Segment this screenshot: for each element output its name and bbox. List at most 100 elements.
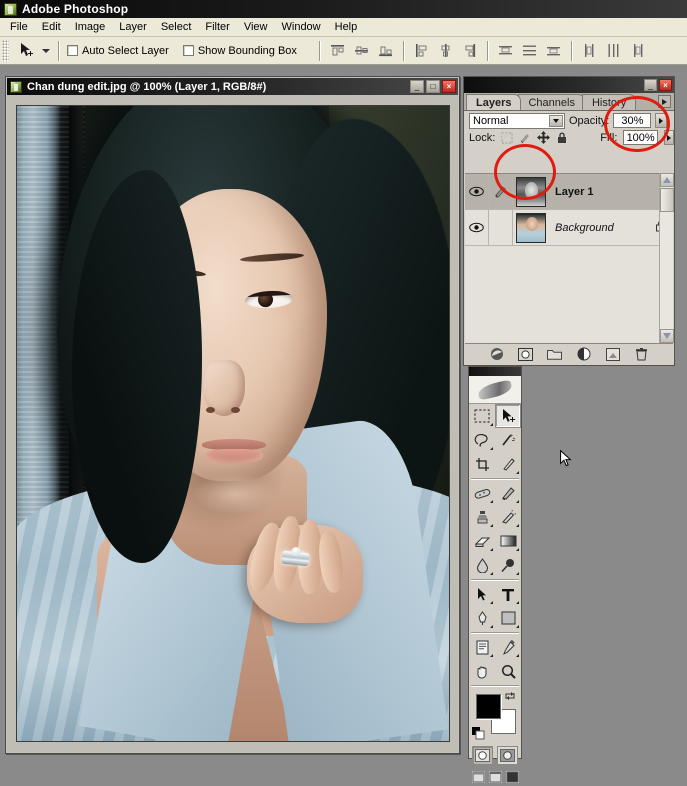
foreground-color-swatch[interactable]: [476, 694, 501, 719]
distribute-vertical-centers-icon[interactable]: [520, 41, 539, 60]
align-left-edges-icon[interactable]: [412, 41, 431, 60]
lock-transparent-pixels-icon[interactable]: [501, 131, 513, 145]
standard-mode-icon[interactable]: [472, 746, 493, 765]
table-row[interactable]: Layer 1: [465, 174, 673, 210]
marquee-tool-icon[interactable]: [469, 404, 495, 428]
slice-tool-icon[interactable]: [495, 452, 521, 476]
scrollbar-thumb[interactable]: [660, 188, 674, 212]
fill-input[interactable]: 100%: [623, 130, 658, 145]
image-canvas[interactable]: [16, 105, 450, 742]
layer-visibility-toggle-layer-1[interactable]: [465, 174, 489, 209]
distribute-bottom-edges-icon[interactable]: [544, 41, 563, 60]
menu-item-filter[interactable]: Filter: [198, 19, 236, 35]
full-screen-menubar-mode-icon[interactable]: [487, 770, 503, 784]
chevron-down-icon[interactable]: [549, 114, 563, 127]
magic-wand-tool-icon[interactable]: [495, 428, 521, 452]
type-tool-icon[interactable]: [495, 582, 521, 606]
tab-channels[interactable]: Channels: [518, 94, 585, 110]
layers-palette-title-bar[interactable]: _ ×: [464, 77, 674, 93]
blur-tool-icon[interactable]: [469, 553, 495, 577]
distribute-left-edges-icon[interactable]: [580, 41, 599, 60]
document-minimize-button[interactable]: _: [410, 80, 424, 93]
menu-item-layer[interactable]: Layer: [112, 19, 154, 35]
add-layer-mask-icon[interactable]: [518, 346, 534, 362]
chevron-down-icon[interactable]: [42, 48, 50, 53]
crop-tool-icon[interactable]: [469, 452, 495, 476]
menu-item-select[interactable]: Select: [154, 19, 199, 35]
standard-screen-mode-icon[interactable]: [470, 770, 486, 784]
distribute-right-edges-icon[interactable]: [628, 41, 647, 60]
healing-brush-tool-icon[interactable]: [469, 481, 495, 505]
document-close-button[interactable]: ×: [442, 80, 456, 93]
distribute-top-edges-icon[interactable]: [496, 41, 515, 60]
blend-mode-select[interactable]: Normal: [469, 112, 565, 129]
options-bar-grip[interactable]: [2, 39, 9, 62]
menu-item-help[interactable]: Help: [328, 19, 365, 35]
align-right-edges-icon[interactable]: [460, 41, 479, 60]
layers-scrollbar[interactable]: [659, 173, 674, 343]
lasso-tool-icon[interactable]: [469, 428, 495, 452]
layer-name-background[interactable]: Background: [555, 222, 655, 234]
tab-history[interactable]: History: [581, 94, 637, 110]
menu-item-view[interactable]: View: [237, 19, 275, 35]
layer-name-layer-1[interactable]: Layer 1: [555, 186, 673, 198]
distribute-horizontal-centers-icon[interactable]: [604, 41, 623, 60]
layer-thumbnail-layer-1[interactable]: [516, 176, 546, 207]
layer-thumbnail-background[interactable]: [516, 212, 546, 243]
tab-layers[interactable]: Layers: [466, 94, 522, 110]
default-colors-icon[interactable]: [472, 727, 485, 740]
scroll-down-arrow-icon[interactable]: [660, 329, 674, 343]
layers-palette-minimize-button[interactable]: _: [644, 79, 657, 91]
scroll-up-arrow-icon[interactable]: [660, 173, 674, 187]
layer-style-fx-icon[interactable]: [489, 346, 505, 362]
clone-stamp-tool-icon[interactable]: [469, 505, 495, 529]
new-layer-icon[interactable]: [605, 346, 621, 362]
menu-item-file[interactable]: File: [3, 19, 35, 35]
menu-item-edit[interactable]: Edit: [35, 19, 68, 35]
tools-palette-title-bar[interactable]: [469, 367, 521, 376]
lock-position-icon[interactable]: [537, 131, 551, 145]
layer-visibility-toggle-background[interactable]: [465, 210, 489, 245]
eyedropper-tool-icon[interactable]: [495, 635, 521, 659]
delete-layer-trash-icon[interactable]: [634, 346, 650, 362]
history-brush-tool-icon[interactable]: [495, 505, 521, 529]
opacity-input[interactable]: 30%: [613, 113, 652, 128]
opacity-slider-arrow-icon[interactable]: [655, 113, 668, 128]
gradient-tool-icon[interactable]: [495, 529, 521, 553]
notes-tool-icon[interactable]: [469, 635, 495, 659]
layer-link-cell-background[interactable]: [489, 210, 513, 245]
pen-tool-icon[interactable]: [469, 606, 495, 630]
hand-tool-icon[interactable]: [469, 659, 495, 683]
document-maximize-button[interactable]: □: [426, 80, 440, 93]
table-row[interactable]: Background: [465, 210, 673, 246]
auto-select-layer-checkbox-group[interactable]: Auto Select Layer: [67, 45, 169, 57]
fill-slider-arrow-icon[interactable]: [663, 130, 674, 145]
menu-item-image[interactable]: Image: [68, 19, 113, 35]
full-screen-mode-icon[interactable]: [504, 770, 520, 784]
move-tool-icon[interactable]: [495, 404, 521, 428]
swap-colors-icon[interactable]: [504, 690, 516, 705]
align-vertical-centers-icon[interactable]: [352, 41, 371, 60]
panel-menu-arrow-icon[interactable]: [658, 95, 671, 108]
eraser-tool-icon[interactable]: [469, 529, 495, 553]
lock-image-pixels-icon[interactable]: [519, 131, 531, 145]
show-bounding-box-checkbox-group[interactable]: Show Bounding Box: [182, 45, 297, 57]
align-bottom-edges-icon[interactable]: [376, 41, 395, 60]
quick-mask-mode-icon[interactable]: [497, 746, 518, 765]
lock-all-icon[interactable]: [556, 131, 568, 145]
move-tool-icon[interactable]: [12, 40, 40, 62]
menu-item-window[interactable]: Window: [275, 19, 328, 35]
align-horizontal-centers-icon[interactable]: [436, 41, 455, 60]
zoom-tool-icon[interactable]: [495, 659, 521, 683]
align-top-edges-icon[interactable]: [328, 41, 347, 60]
layers-palette-close-button[interactable]: ×: [659, 79, 672, 91]
auto-select-layer-checkbox[interactable]: [67, 45, 78, 56]
rectangle-shape-tool-icon[interactable]: [495, 606, 521, 630]
dodge-tool-icon[interactable]: [495, 553, 521, 577]
new-adjustment-layer-icon[interactable]: [576, 346, 592, 362]
layer-active-brush-indicator[interactable]: [489, 174, 513, 209]
path-selection-tool-icon[interactable]: [469, 582, 495, 606]
show-bounding-box-checkbox[interactable]: [182, 45, 194, 56]
brush-tool-icon[interactable]: [495, 481, 521, 505]
new-group-folder-icon[interactable]: [547, 346, 563, 362]
